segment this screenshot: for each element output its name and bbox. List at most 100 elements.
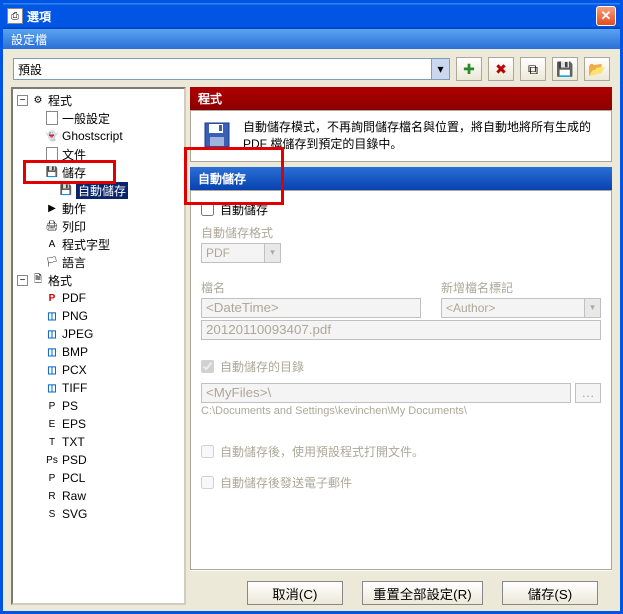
copy-profile-button[interactable]: ⧉ [520,57,546,81]
tree-item-tiff[interactable]: ◫TIFF [13,379,184,397]
save-profile-button[interactable]: 💾 [552,57,578,81]
tree-item-pcl[interactable]: PPCL [13,469,184,487]
tree-label: 文件 [62,146,86,163]
tree-pane: −⚙程式 一般設定 👻Ghostscript 文件 💾儲存 💾自動儲存 ▶動作 … [11,87,186,605]
tree-label: PNG [62,309,88,323]
filename-input [201,298,421,318]
collapse-icon: − [17,275,28,286]
openafter-checkbox [201,445,214,458]
gear-icon: ⚙ [30,93,46,107]
tree-item-language[interactable]: 🏳語言 [13,253,184,271]
tree-label: 自動儲存 [76,182,128,199]
openafter-row: 自動儲存後，使用預設程式打開文件。 [201,443,601,460]
image-icon: ◫ [44,345,60,359]
tree-item-bmp[interactable]: ◫BMP [13,343,184,361]
tree-item-png[interactable]: ◫PNG [13,307,184,325]
ps-icon: P [44,399,60,413]
chevron-down-icon: ▾ [584,299,600,317]
tree-item-ghostscript[interactable]: 👻Ghostscript [13,127,184,145]
profile-select[interactable]: 預設 ▾ [13,58,450,80]
image-icon: ◫ [44,309,60,323]
cancel-button[interactable]: 取消(C) [247,581,343,605]
profile-value: 預設 [18,61,42,78]
close-button[interactable]: ✕ [596,6,616,26]
tree-label: 儲存 [62,164,86,181]
tree-item-action[interactable]: ▶動作 [13,199,184,217]
tree-label: Raw [62,489,86,503]
add-profile-button[interactable]: ✚ [456,57,482,81]
tree-item-raw[interactable]: RRaw [13,487,184,505]
tree-item-pdf[interactable]: PPDF [13,289,184,307]
tree-item-save[interactable]: 💾儲存 [13,163,184,181]
tree-item-psd[interactable]: PsPSD [13,451,184,469]
autofolder-label: 自動儲存的目錄 [220,358,304,375]
save-button[interactable]: 儲存(S) [502,581,598,605]
eps-icon: E [44,417,60,431]
tree-item-autosave[interactable]: 💾自動儲存 [13,181,184,199]
tree-label: 格式 [48,272,72,289]
filename-label: 檔名 [201,279,421,296]
tree-item-document[interactable]: 文件 [13,145,184,163]
ghost-icon: 👻 [44,129,60,143]
open-folder-button[interactable]: 📂 [584,57,610,81]
tree-label: SVG [62,507,87,521]
autofolder-row: 自動儲存的目錄 [201,358,601,375]
flag-icon: 🏳 [44,255,60,269]
format-value: PDF [206,246,230,260]
tree-item-print[interactable]: 🖨列印 [13,217,184,235]
window-title: 選項 [27,8,596,25]
tree-item-font[interactable]: A程式字型 [13,235,184,253]
tag-select: <Author> ▾ [441,298,601,318]
tree-label: 一般設定 [62,110,110,127]
copy-icon: ⧉ [528,61,538,78]
tree-item-eps[interactable]: EEPS [13,415,184,433]
emailafter-checkbox [201,476,214,489]
tree-label: TIFF [62,381,87,395]
plus-icon: ✚ [463,61,475,78]
x-icon: ✖ [495,61,507,78]
tree-item-jpeg[interactable]: ◫JPEG [13,325,184,343]
txt-icon: T [44,435,60,449]
image-icon: ◫ [44,381,60,395]
disk-icon: 💾 [58,183,74,197]
tree-item-ps[interactable]: PPS [13,397,184,415]
tree-item-general[interactable]: 一般設定 [13,109,184,127]
tree-label: Ghostscript [62,129,123,143]
content-pane: 程式 自動儲存模式，不再詢問儲存檔名與位置，將自動地將所有生成的 PDF 檔儲存… [190,87,612,605]
tree-label: BMP [62,345,88,359]
raw-icon: R [44,489,60,503]
autosave-checkbox[interactable] [201,203,214,216]
tree-root-format[interactable]: −🗎格式 [13,271,184,289]
tree-label: PCX [62,363,87,377]
tree-item-txt[interactable]: TTXT [13,433,184,451]
tree-label: 動作 [62,200,86,217]
tree-label: PCL [62,471,85,485]
tree-label: 程式 [48,92,72,109]
titlebar: ⎙ 選項 ✕ [3,3,620,29]
image-icon: ◫ [44,327,60,341]
image-icon: ◫ [44,363,60,377]
tree-label: PS [62,399,78,413]
action-icon: ▶ [44,201,60,215]
save-large-icon [201,119,233,151]
folder-resolved: C:\Documents and Settings\kevinchen\My D… [201,405,601,417]
format-select: PDF ▾ [201,243,281,263]
tree-label: PDF [62,291,86,305]
chevron-down-icon: ▾ [431,59,449,79]
tree-item-svg[interactable]: SSVG [13,505,184,523]
folder-input [201,383,571,403]
toolbar: 預設 ▾ ✚ ✖ ⧉ 💾 📂 [3,49,620,87]
psd-icon: Ps [44,453,60,467]
remove-profile-button[interactable]: ✖ [488,57,514,81]
tree-root-program[interactable]: −⚙程式 [13,91,184,109]
doc-icon [44,111,60,125]
pcl-icon: P [44,471,60,485]
tree-label: 列印 [62,218,86,235]
disk-icon: 💾 [44,165,60,179]
autosave-checkbox-row: 自動儲存 [201,201,601,218]
reset-button[interactable]: 重置全部設定(R) [362,581,482,605]
autofolder-checkbox [201,360,214,373]
form-area: 自動儲存 自動儲存格式 PDF ▾ 檔名 新增檔名標記 <Author> [190,190,612,570]
svg-icon: S [44,507,60,521]
tree-item-pcx[interactable]: ◫PCX [13,361,184,379]
